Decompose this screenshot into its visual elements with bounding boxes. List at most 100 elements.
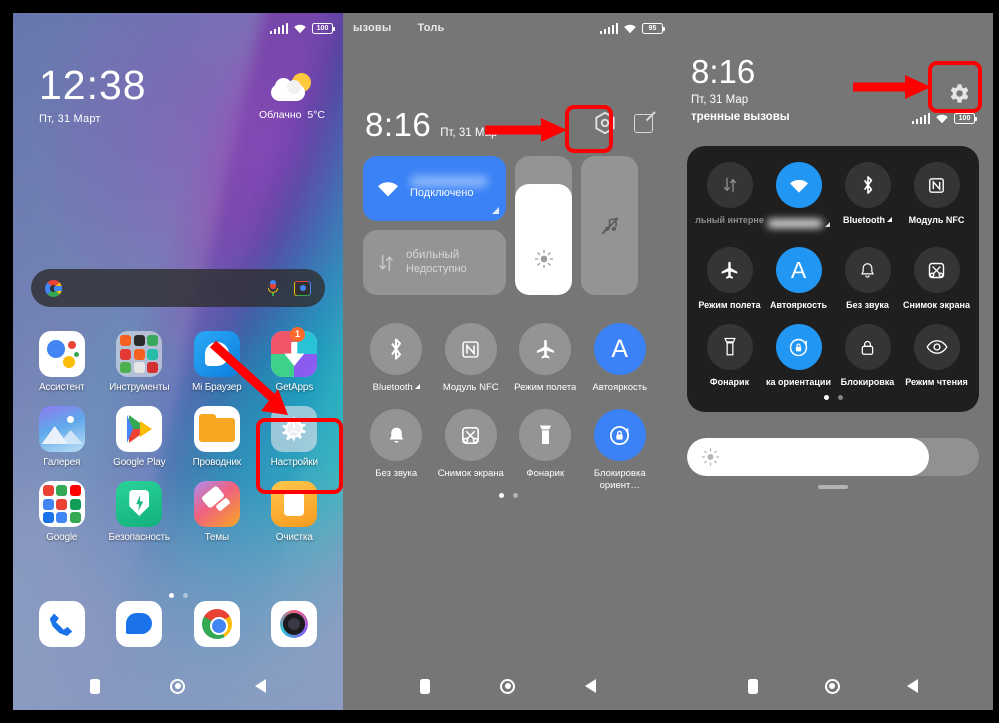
mobile-data-icon [379, 254, 393, 271]
expand-caret-icon[interactable] [887, 217, 892, 222]
expand-caret-icon[interactable] [414, 384, 420, 389]
toggle-auto-brightness[interactable]: A Автояркость [764, 247, 833, 310]
toggle-label: Автояркость [769, 300, 828, 310]
brightness-sun-icon [534, 249, 553, 269]
toggle-nfc[interactable]: Модуль NFC [902, 162, 971, 233]
toggle-auto-brightness[interactable]: A Автояркость [583, 323, 658, 393]
expand-corner-icon[interactable] [492, 207, 499, 214]
recents-square-icon[interactable] [420, 678, 430, 694]
arrow-pointing-to-settings-gear-lockscreen [853, 75, 931, 99]
google-lens-icon[interactable] [294, 281, 311, 296]
toggle-screen-lock[interactable]: Блокировка [833, 324, 902, 387]
toggle-label: Режим полета [698, 300, 761, 310]
tile-mobile-data[interactable]: обильный Недоступно [363, 230, 506, 295]
toggle-airplane-mode[interactable]: Режим полета [695, 247, 764, 310]
toggle-nfc[interactable]: Модуль NFC [434, 323, 509, 393]
toggle-row: Без звука Снимок экрана Фонарик Блокиров… [359, 409, 657, 491]
dock-icon-chrome[interactable] [178, 601, 256, 652]
tile-wifi[interactable]: Подключено [363, 156, 506, 221]
arrow-pointing-to-settings-gear [485, 118, 567, 142]
battery-level: 100 [958, 115, 971, 122]
toggle-screenshot[interactable]: Снимок экрана [902, 247, 971, 310]
status-bar-panel2: ызовы Толь 95 [343, 13, 673, 43]
dock-icon-messages[interactable] [101, 601, 179, 652]
status-bar-panel1: 100 [13, 13, 343, 43]
toggle-mobile-data[interactable]: льный интерне [695, 162, 764, 233]
toggle-flashlight[interactable]: Фонарик [508, 409, 583, 491]
toggle-bluetooth[interactable]: Bluetooth [833, 162, 902, 233]
toggle-reading-mode[interactable]: Режим чтения [902, 324, 971, 387]
toggle-label: Фонарик [526, 468, 565, 480]
dock-icon-camera[interactable] [256, 601, 334, 652]
drag-handle[interactable] [818, 485, 848, 489]
app-label: Ассистент [38, 382, 85, 393]
recents-square-icon[interactable] [748, 678, 759, 694]
control-center-toggles: Bluetooth Модуль NFC Режим полета A Авто… [359, 323, 657, 507]
navigation-bar-panel2 [343, 662, 673, 710]
app-icon-security[interactable]: Безопасность [101, 481, 179, 543]
app-icon-tools-folder[interactable]: Инструменты [101, 331, 179, 393]
control-center-dark-card: льный интерне Bluetooth Модуль NFC Режим… [687, 146, 979, 412]
expand-caret-icon[interactable] [825, 222, 830, 227]
app-icon-assistant[interactable]: Ассистент [23, 331, 101, 393]
toggle-label: Блокировка ориент… [593, 468, 646, 491]
toggle-rotation-lock[interactable]: Блокировка ориент… [583, 409, 658, 491]
google-g-icon [45, 279, 62, 297]
app-icon-gallery[interactable]: Галерея [23, 406, 101, 468]
brightness-slider-horizontal[interactable] [687, 438, 979, 476]
app-icon-google-folder[interactable]: Google [23, 481, 101, 543]
home-circle-icon[interactable] [824, 678, 840, 694]
home-circle-icon[interactable] [500, 678, 515, 694]
phone-screenshot-control-center-dark: 8:16 Пт, 31 Мар тренные вызовы 100 льный… [673, 13, 993, 710]
wifi-icon [936, 114, 948, 124]
wifi-icon [294, 24, 306, 33]
toggle-label: Модуль NFC [442, 382, 499, 393]
back-triangle-icon[interactable] [906, 679, 918, 693]
toggle-silent[interactable]: Без звука [833, 247, 902, 310]
clock-date: Пт, 31 Март [39, 113, 101, 125]
app-icon-google-play[interactable]: Google Play [101, 406, 179, 468]
clock-time: 12:38 [39, 62, 147, 108]
weather-widget[interactable]: Облачно 5°C [259, 73, 325, 121]
signal-icon [911, 113, 930, 124]
home-circle-icon[interactable] [170, 678, 185, 694]
sound-slider-vertical[interactable] [581, 156, 638, 295]
toggle-silent[interactable]: Без звука [359, 409, 434, 491]
screenshot-stage: 100 12:38 Пт, 31 Март Облачно 5°C Ассист… [0, 0, 999, 723]
toggle-label: Автояркость [592, 382, 648, 393]
toggle-label: Снимок экрана [903, 300, 970, 310]
mute-note-icon [601, 217, 618, 234]
toggle-row: Режим полета A Автояркость Без звука Сни… [695, 247, 971, 310]
brightness-slider-vertical[interactable] [515, 156, 572, 295]
toggle-bluetooth[interactable]: Bluetooth [359, 323, 434, 393]
back-triangle-icon[interactable] [585, 679, 596, 693]
toggle-screenshot[interactable]: Снимок экрана [434, 409, 509, 491]
auto-brightness-icon: A [593, 323, 646, 375]
gallery-icon [38, 406, 85, 452]
mobile-data-icon [706, 162, 753, 208]
google-search-bar[interactable] [31, 269, 325, 307]
home-clock-widget[interactable]: 12:38 Пт, 31 Март [39, 62, 147, 126]
clock-time: 8:16 [691, 53, 756, 90]
app-icon-themes[interactable]: Темы [178, 481, 256, 543]
themes-icon [193, 481, 240, 527]
back-triangle-icon[interactable] [255, 679, 266, 693]
bluetooth-icon [844, 162, 891, 208]
clock-date: Пт, 31 Мар [691, 94, 749, 106]
tile-mobile-data-title: обильный [406, 249, 460, 262]
nfc-icon [444, 323, 497, 375]
control-center-page-indicator [343, 493, 673, 498]
toggle-label [767, 219, 823, 228]
recents-square-icon[interactable] [90, 678, 100, 694]
battery-indicator: 100 [312, 22, 335, 34]
toggle-label: Снимок экрана [437, 468, 504, 480]
app-label: Google Play [113, 457, 166, 468]
toggle-flashlight[interactable]: Фонарик [695, 324, 764, 387]
signal-icon [269, 22, 288, 34]
edit-pencil-icon[interactable] [634, 113, 653, 133]
toggle-rotation-lock[interactable]: ка ориентации [764, 324, 833, 387]
microphone-icon[interactable] [268, 279, 278, 297]
dock-icon-phone[interactable] [23, 601, 101, 652]
toggle-airplane-mode[interactable]: Режим полета [508, 323, 583, 393]
toggle-wifi[interactable] [764, 162, 833, 233]
